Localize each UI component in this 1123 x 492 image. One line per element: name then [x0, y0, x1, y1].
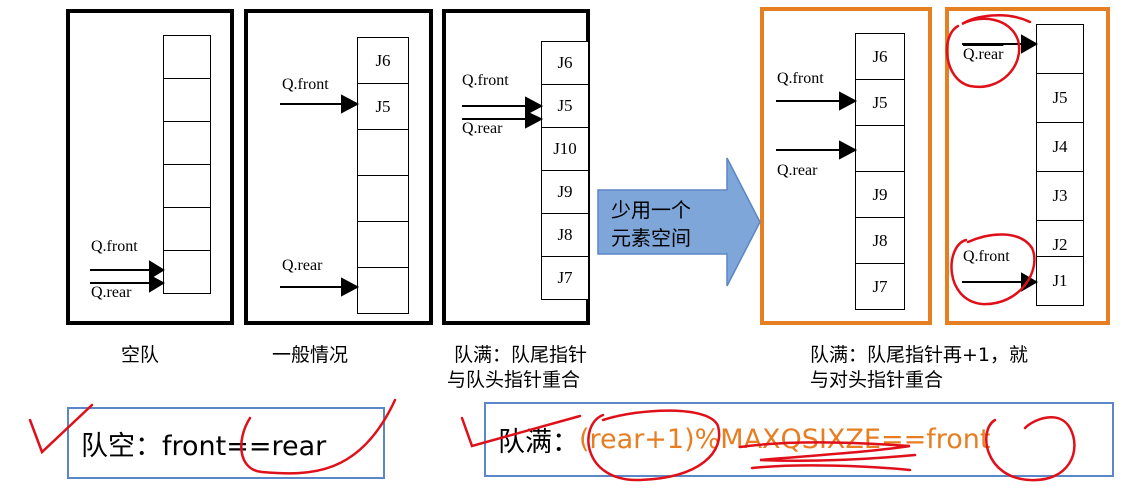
red-annotation-marks	[28, 14, 1076, 482]
handwriting-overlay	[28, 14, 1076, 482]
